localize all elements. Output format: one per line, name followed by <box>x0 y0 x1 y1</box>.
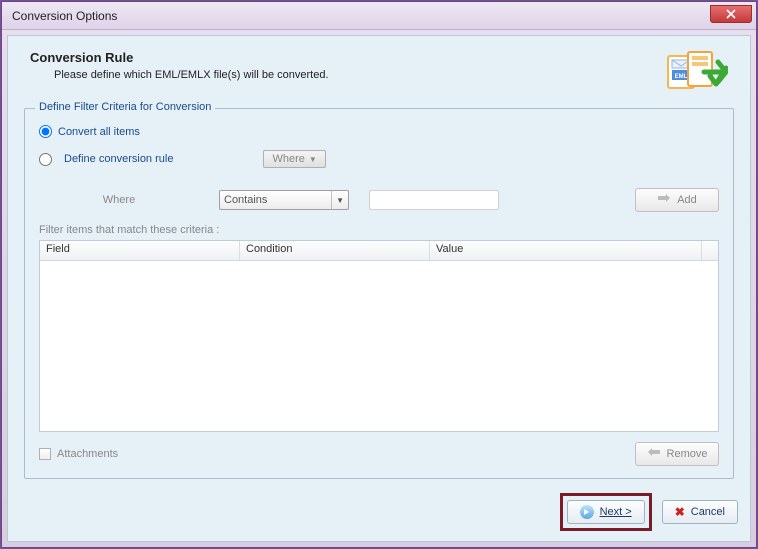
add-button[interactable]: Add <box>635 188 719 212</box>
next-button-highlight: Next > <box>560 493 652 531</box>
add-button-label: Add <box>677 194 697 206</box>
column-spacer <box>702 241 718 260</box>
radio-convert-all[interactable]: Convert all items <box>39 125 719 138</box>
close-icon <box>726 9 736 19</box>
add-icon <box>657 193 671 207</box>
condition-combobox[interactable]: Contains ▼ <box>219 190 349 210</box>
cancel-x-icon: ✖ <box>675 505 685 519</box>
cancel-button[interactable]: ✖ Cancel <box>662 500 738 524</box>
remove-button-label: Remove <box>667 448 708 460</box>
attachments-label: Attachments <box>57 448 118 460</box>
titlebar: Conversion Options <box>2 2 756 30</box>
checkbox-icon <box>39 448 51 460</box>
where-button-label: Where <box>272 153 304 165</box>
condition-selected-value: Contains <box>224 194 267 206</box>
page-title: Conversion Rule <box>30 50 329 65</box>
cancel-button-label: Cancel <box>691 506 725 518</box>
radio-convert-all-input[interactable] <box>39 125 52 138</box>
value-input[interactable] <box>369 190 499 210</box>
column-condition[interactable]: Condition <box>240 241 430 260</box>
fieldset-bottom-row: Attachments Remove <box>39 442 719 466</box>
header-zone: Conversion Rule Please define which EML/… <box>8 36 750 104</box>
where-label: Where <box>39 194 199 206</box>
radio-define-rule-row: Define conversion rule Where ▼ <box>39 150 719 168</box>
footer: Next > ✖ Cancel <box>8 483 750 541</box>
page-subtitle: Please define which EML/EMLX file(s) wil… <box>30 69 329 81</box>
chevron-down-icon: ▼ <box>309 155 317 164</box>
svg-text:EML: EML <box>675 74 688 80</box>
window-close-button[interactable] <box>710 5 752 23</box>
table-body <box>40 261 718 431</box>
arrow-right-icon <box>580 505 594 519</box>
radio-convert-all-label: Convert all items <box>58 126 140 138</box>
criteria-table: Field Condition Value <box>39 240 719 432</box>
header-text: Conversion Rule Please define which EML/… <box>30 50 329 81</box>
remove-button[interactable]: Remove <box>635 442 719 466</box>
fieldset-legend: Define Filter Criteria for Conversion <box>35 101 215 113</box>
attachments-checkbox[interactable]: Attachments <box>39 448 118 460</box>
window-frame: Conversion Options Conversion Rule Pleas… <box>1 1 757 548</box>
where-condition-row: Where Contains ▼ Add <box>39 188 719 212</box>
next-button-label: Next > <box>600 506 632 518</box>
filter-criteria-fieldset: Define Filter Criteria for Conversion Co… <box>24 108 734 479</box>
column-field[interactable]: Field <box>40 241 240 260</box>
table-header: Field Condition Value <box>40 241 718 261</box>
content-panel: Conversion Rule Please define which EML/… <box>7 35 751 542</box>
remove-icon <box>647 447 661 461</box>
radio-define-rule[interactable]: Define conversion rule <box>39 153 173 166</box>
where-dropdown-button[interactable]: Where ▼ <box>263 150 325 168</box>
window-title: Conversion Options <box>12 9 117 23</box>
radio-define-rule-input[interactable] <box>39 153 52 166</box>
chevron-down-icon: ▼ <box>331 191 344 209</box>
column-value[interactable]: Value <box>430 241 702 260</box>
criteria-instruction: Filter items that match these criteria : <box>39 224 719 236</box>
eml-conversion-icon: EML <box>666 50 728 94</box>
radio-define-rule-label: Define conversion rule <box>64 153 173 165</box>
next-button[interactable]: Next > <box>567 500 645 524</box>
